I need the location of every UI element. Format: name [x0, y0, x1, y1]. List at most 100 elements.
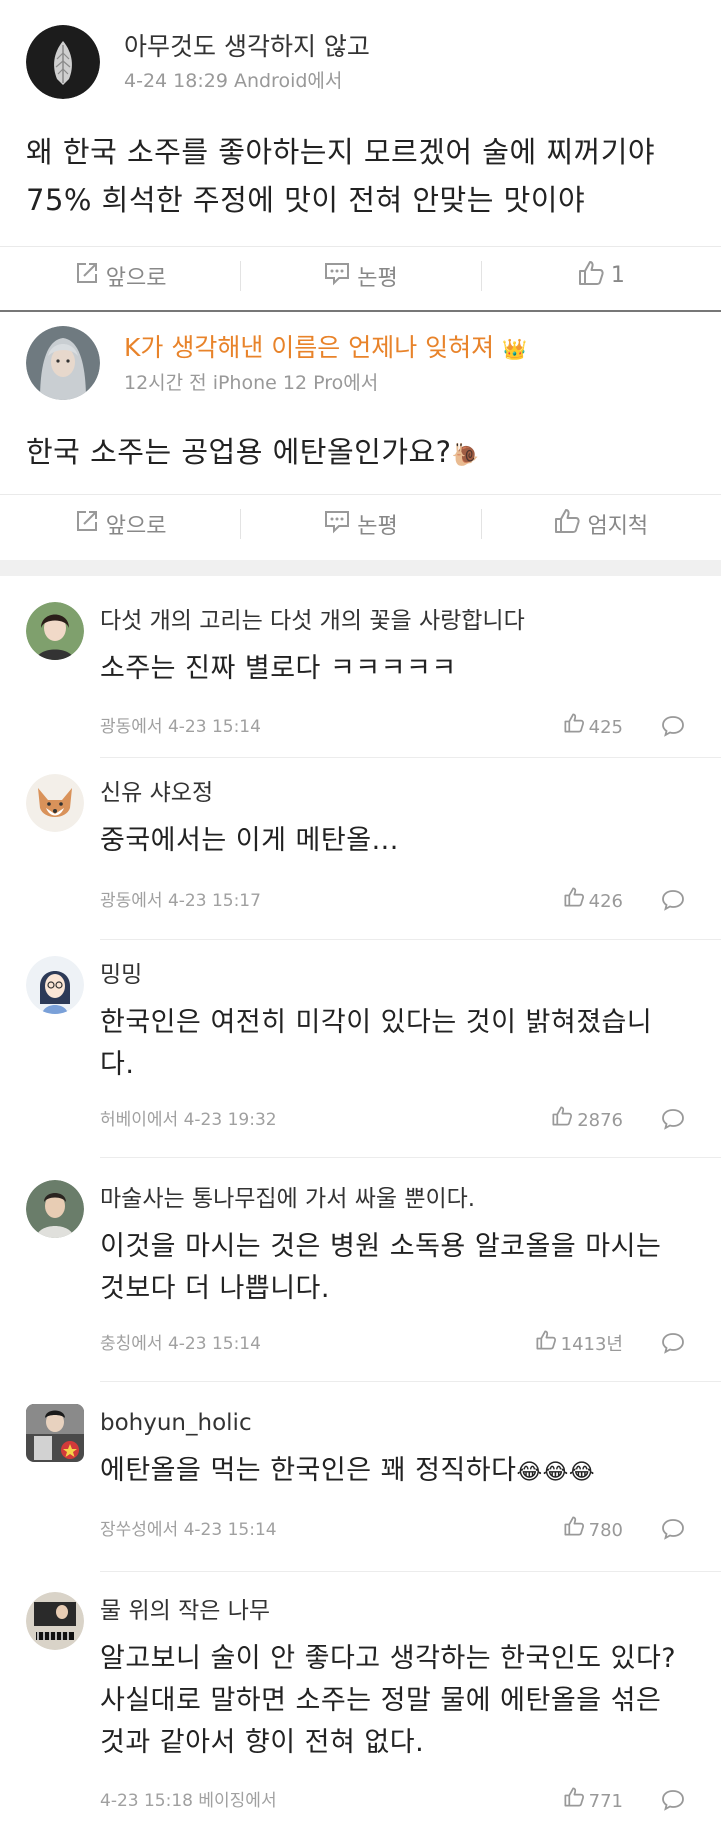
avatar[interactable] — [26, 602, 84, 660]
post-time: 12시간 전 iPhone 12 Pro에서 — [124, 371, 379, 394]
section-separator — [0, 560, 721, 576]
thumbs-up-icon — [563, 886, 589, 918]
avatar[interactable] — [26, 1180, 84, 1238]
comment-item: 신유 샤오정 중국에서는 이게 메탄올... 광동에서 4-23 15:17 4… — [0, 770, 721, 940]
comment-like-button[interactable]: 780 — [563, 1515, 623, 1547]
reply-bubble-icon[interactable] — [661, 715, 685, 741]
snail-emoji: 🐌 — [451, 443, 480, 468]
comment-meta: 충칭에서 4-23 15:14 — [100, 1334, 261, 1354]
comment-footer: 충칭에서 4-23 15:14 1413년 — [100, 1329, 721, 1359]
like-count: 426 — [588, 891, 623, 912]
divider — [100, 939, 721, 940]
comment-author[interactable]: bohyun_holic — [100, 1408, 252, 1438]
forward-button[interactable]: 앞으로 — [0, 495, 240, 552]
comment-like-button[interactable]: 1413년 — [535, 1329, 623, 1361]
post-action-bar: 앞으로 논평 1 — [0, 246, 721, 304]
comment-author[interactable]: 마술사는 통나무집에 가서 싸울 뿐이다. — [100, 1184, 475, 1214]
comment-meta: 허베이에서 4-23 19:32 — [100, 1110, 277, 1130]
comment-text-line: 소주는 진짜 별로다 ㅋㅋㅋㅋㅋ — [100, 653, 457, 684]
comment-text-line: 이것을 마시는 것은 병원 소독용 알코올을 마시는 — [100, 1231, 662, 1262]
thumbs-up-icon — [551, 1105, 577, 1137]
post-2: K가 생각해낸 이름은 언제나 잊혀져 👑 12시간 전 iPhone 12 P… — [0, 312, 721, 552]
like-count: 771 — [588, 1791, 623, 1812]
avatar[interactable] — [26, 1404, 84, 1462]
comment-text: 에탄올을 먹는 한국인은 꽤 정직하다😂😂😂 — [100, 1450, 689, 1494]
comment-like-button[interactable]: 771 — [563, 1786, 623, 1818]
comment-author[interactable]: 밍밍 — [100, 960, 142, 990]
forward-label: 앞으로 — [105, 265, 167, 291]
post-text: 한국 소주는 공업용 에탄올인가요?🐌 — [26, 435, 480, 469]
laughing-emoji: 😂😂😂 — [516, 1460, 596, 1485]
reply-bubble-icon[interactable] — [661, 1332, 685, 1358]
comment-like-button[interactable]: 426 — [563, 886, 623, 918]
comment-text-line: 다. — [100, 1049, 135, 1080]
reply-bubble-icon[interactable] — [661, 1518, 685, 1544]
comment-meta: 광동에서 4-23 15:14 — [100, 717, 261, 737]
like-count: 1 — [610, 263, 625, 288]
avatar[interactable] — [26, 326, 100, 400]
comment-footer: 광동에서 4-23 15:14 425 — [100, 712, 721, 742]
comment-meta: 4-23 15:18 베이징에서 — [100, 1791, 277, 1811]
weibo-comment-page: 아무것도 생각하지 않고 4-24 18:29 Android에서 왜 한국 소… — [0, 0, 721, 1833]
comment-meta: 광동에서 4-23 15:17 — [100, 891, 261, 911]
thumbs-up-icon — [563, 1786, 589, 1818]
thumbs-up-icon — [553, 507, 587, 541]
post-author[interactable]: 아무것도 생각하지 않고 — [124, 30, 370, 64]
post-text: 왜 한국 소주를 좋아하는지 모르겠어 술에 찌꺼기야 75% 희석한 주정에 … — [26, 128, 701, 224]
like-count: 425 — [588, 717, 623, 738]
like-count: 1413년 — [560, 1334, 623, 1355]
comment-author[interactable]: 다섯 개의 고리는 다섯 개의 꽃을 사랑합니다 — [100, 606, 525, 636]
thumbs-up-icon — [563, 712, 589, 744]
comment-button[interactable]: 논평 — [240, 495, 480, 552]
comment-text: 소주는 진짜 별로다 ㅋㅋㅋㅋㅋ — [100, 648, 689, 690]
forward-button[interactable]: 앞으로 — [0, 247, 240, 304]
divider — [100, 757, 721, 758]
comment-text-line: 중국에서는 이게 메탄올... — [100, 825, 399, 856]
avatar[interactable] — [26, 1592, 84, 1650]
comment-button[interactable]: 논평 — [240, 247, 480, 304]
comment-item: 밍밍 한국인은 여전히 미각이 있다는 것이 밝혀졌습니 다. 허베이에서 4-… — [0, 952, 721, 1158]
comment-text: 알고보니 술이 안 좋다고 생각하는 한국인도 있다? 사실대로 말하면 소주는… — [100, 1638, 689, 1764]
avatar[interactable] — [26, 25, 100, 99]
share-icon — [74, 508, 106, 540]
comment-text: 이것을 마시는 것은 병원 소독용 알코올을 마시는 것보다 더 나쁩니다. — [100, 1226, 689, 1310]
like-button[interactable]: 엄지척 — [480, 495, 721, 552]
post-1: 아무것도 생각하지 않고 4-24 18:29 Android에서 왜 한국 소… — [0, 0, 721, 310]
divider — [100, 1381, 721, 1382]
comment-footer: 장쑤성에서 4-23 15:14 780 — [100, 1515, 721, 1545]
comment-text-line: 것과 같아서 향이 전혀 없다. — [100, 1727, 425, 1758]
comment-text-line: 사실대로 말하면 소주는 정말 물에 에탄올을 섞은 — [100, 1685, 662, 1716]
post-action-bar: 앞으로 논평 엄지척 — [0, 494, 721, 552]
comment-text: 중국에서는 이게 메탄올... — [100, 820, 689, 862]
avatar[interactable] — [26, 956, 84, 1014]
comment-like-button[interactable]: 2876 — [551, 1105, 623, 1137]
comment-text-line: 것보다 더 나쁩니다. — [100, 1273, 330, 1304]
comment-footer: 허베이에서 4-23 19:32 2876 — [100, 1105, 721, 1135]
thumbs-up-icon — [563, 1515, 589, 1547]
reply-bubble-icon[interactable] — [661, 1108, 685, 1134]
comment-author[interactable]: 물 위의 작은 나무 — [100, 1596, 270, 1626]
like-count: 780 — [588, 1520, 623, 1541]
comment-like-button[interactable]: 425 — [563, 712, 623, 744]
post-text-line: 왜 한국 소주를 좋아하는지 모르겠어 술에 찌꺼기야 — [26, 135, 656, 169]
comment-icon — [323, 508, 357, 540]
avatar[interactable] — [26, 774, 84, 832]
like-count: 2876 — [577, 1110, 623, 1131]
comment-text-line: 한국인은 여전히 미각이 있다는 것이 밝혀졌습니 — [100, 1007, 653, 1038]
reply-bubble-icon[interactable] — [661, 889, 685, 915]
comment-item: 다섯 개의 고리는 다섯 개의 꽃을 사랑합니다 소주는 진짜 별로다 ㅋㅋㅋㅋ… — [0, 598, 721, 758]
post-time: 4-24 18:29 Android에서 — [124, 70, 343, 92]
divider — [100, 1157, 721, 1158]
thumbs-up-icon — [577, 259, 611, 293]
crown-icon: 👑 — [502, 336, 528, 361]
like-label: 엄지척 — [587, 513, 649, 539]
comment-text-line: 에탄올을 먹는 한국인은 꽤 정직하다😂😂😂 — [100, 1455, 596, 1486]
share-icon — [74, 260, 106, 292]
like-button[interactable]: 1 — [480, 247, 721, 304]
comment-author[interactable]: 신유 샤오정 — [100, 778, 213, 808]
comment-text-line: 알고보니 술이 안 좋다고 생각하는 한국인도 있다? — [100, 1643, 677, 1674]
divider — [100, 1571, 721, 1572]
reply-bubble-icon[interactable] — [661, 1789, 685, 1815]
post-author[interactable]: K가 생각해낸 이름은 언제나 잊혀져 👑 — [124, 331, 527, 366]
comment-item: bohyun_holic 에탄올을 먹는 한국인은 꽤 정직하다😂😂😂 장쑤성에… — [0, 1400, 721, 1572]
